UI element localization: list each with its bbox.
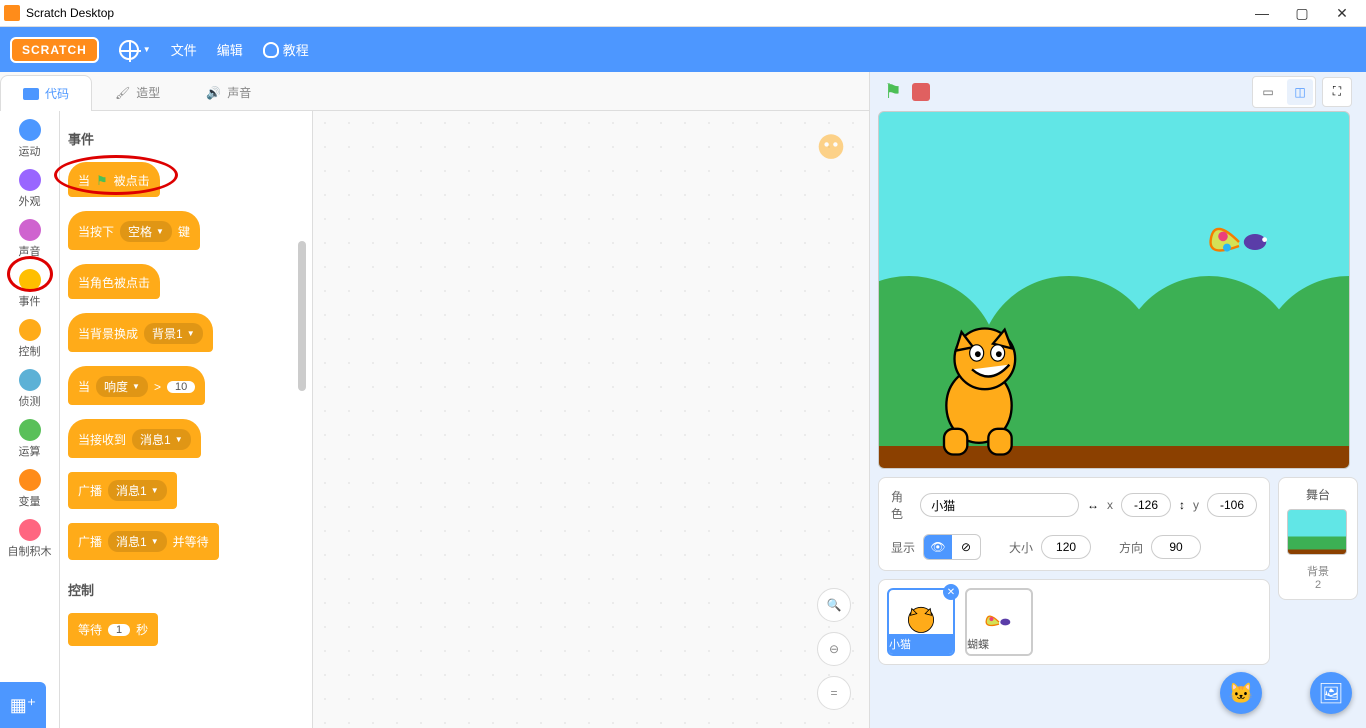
app-icon — [4, 5, 20, 21]
content-area: 代码 🖌造型 🔊声音 运动 外观 声音 事件 控制 侦测 运算 变量 自制积木 … — [0, 72, 1366, 728]
window-titlebar: Scratch Desktop — ▢ ✕ — [0, 0, 1366, 27]
category-variables[interactable]: 变量 — [19, 469, 41, 509]
category-myblocks[interactable]: 自制积木 — [8, 519, 52, 559]
tab-costumes[interactable]: 🖌造型 — [92, 74, 183, 110]
show-sprite-button[interactable]: 👁 — [924, 535, 952, 559]
scripts-canvas[interactable]: 🔍 ⊖ = — [313, 111, 869, 728]
stage-size-toggle: ▭ ◫ — [1252, 76, 1316, 108]
bulb-icon — [263, 42, 279, 58]
xy-icon-v: ↕ — [1179, 498, 1185, 512]
sprite-name-input[interactable] — [920, 493, 1079, 517]
block-when-flag-clicked[interactable]: 当⚑被点击 — [68, 162, 160, 197]
window-title: Scratch Desktop — [26, 6, 1242, 20]
butterfly-sprite-on-stage[interactable] — [1199, 212, 1279, 272]
scratch-logo: SCRATCH — [10, 37, 99, 63]
code-icon — [23, 88, 39, 100]
sprite-size-input[interactable] — [1041, 535, 1091, 559]
zoom-reset-button[interactable]: = — [817, 676, 851, 710]
file-menu[interactable]: 文件 — [171, 40, 197, 59]
block-broadcast-wait[interactable]: 广播消息1▼并等待 — [68, 523, 219, 560]
fullscreen-button[interactable]: ⛶ — [1322, 77, 1352, 107]
add-sprite-button[interactable]: 🐱 — [1220, 672, 1262, 714]
palette-scrollbar[interactable] — [298, 241, 306, 391]
sprite-y-input[interactable] — [1207, 493, 1257, 517]
cat-sprite-on-stage[interactable] — [919, 318, 1039, 458]
sprite-thumbnail-watermark — [809, 129, 853, 173]
large-stage-button[interactable]: ◫ — [1287, 79, 1313, 105]
category-motion[interactable]: 运动 — [19, 119, 41, 159]
add-backdrop-button[interactable]: 🖼 — [1310, 672, 1352, 714]
sprite-x-input[interactable] — [1121, 493, 1171, 517]
minimize-button[interactable]: — — [1242, 5, 1282, 21]
block-when-sprite-clicked[interactable]: 当角色被点击 — [68, 264, 160, 299]
block-when-key-pressed[interactable]: 当按下空格▼键 — [68, 211, 200, 250]
tab-sounds[interactable]: 🔊声音 — [183, 74, 274, 110]
delete-sprite-button[interactable]: ✕ — [943, 584, 959, 600]
tab-code[interactable]: 代码 — [0, 75, 92, 111]
xy-icon: ↔ — [1087, 498, 1099, 512]
menu-bar: SCRATCH ▼ 文件 编辑 教程 — [0, 27, 1366, 72]
stop-button[interactable] — [912, 83, 930, 101]
edit-menu[interactable]: 编辑 — [217, 40, 243, 59]
section-events: 事件 — [68, 129, 304, 148]
add-extension-button[interactable]: ▦⁺ — [0, 682, 46, 728]
block-wait[interactable]: 等待1秒 — [68, 613, 158, 646]
category-sound[interactable]: 声音 — [19, 219, 41, 259]
maximize-button[interactable]: ▢ — [1282, 5, 1322, 22]
small-stage-button[interactable]: ▭ — [1255, 79, 1281, 105]
zoom-in-button[interactable]: 🔍 — [817, 588, 851, 622]
block-palette: 事件 当⚑被点击 当按下空格▼键 当角色被点击 当背景换成背景1▼ 当响度▼>1… — [60, 111, 313, 728]
sprite-info-panel: 角色 ↔ x ↕ y 显示 👁 ⊘ — [878, 477, 1270, 571]
stage[interactable] — [878, 111, 1350, 469]
sprite-item-cat[interactable]: ✕ 小猫 — [887, 588, 955, 656]
sprite-direction-input[interactable] — [1151, 535, 1201, 559]
speaker-icon: 🔊 — [206, 86, 221, 100]
block-when-backdrop-switches[interactable]: 当背景换成背景1▼ — [68, 313, 213, 352]
sprite-name-label: 角色 — [891, 488, 912, 522]
brush-icon: 🖌 — [115, 86, 130, 100]
stage-pane: ⚑ ▭ ◫ ⛶ — [870, 72, 1366, 728]
sprite-list: ✕ 小猫 蝴蝶 — [878, 579, 1270, 665]
zoom-out-button[interactable]: ⊖ — [817, 632, 851, 666]
green-flag-button[interactable]: ⚑ — [884, 79, 902, 104]
category-operators[interactable]: 运算 — [19, 419, 41, 459]
flag-icon: ⚑ — [96, 173, 108, 189]
category-events[interactable]: 事件 — [19, 269, 41, 309]
tab-bar: 代码 🖌造型 🔊声音 — [0, 72, 869, 111]
zoom-controls: 🔍 ⊖ = — [817, 588, 851, 710]
category-looks[interactable]: 外观 — [19, 169, 41, 209]
stage-selector[interactable]: 舞台 背景 2 — [1278, 477, 1358, 600]
stage-header: ⚑ ▭ ◫ ⛶ — [870, 72, 1366, 111]
globe-icon — [119, 40, 139, 60]
category-sensing[interactable]: 侦测 — [19, 369, 41, 409]
tutorials-menu[interactable]: 教程 — [263, 40, 309, 59]
block-broadcast[interactable]: 广播消息1▼ — [68, 472, 177, 509]
sprite-item-butterfly[interactable]: 蝴蝶 — [965, 588, 1033, 656]
stage-thumbnail[interactable] — [1287, 509, 1347, 555]
language-menu[interactable]: ▼ — [119, 40, 151, 60]
editor-pane: 代码 🖌造型 🔊声音 运动 外观 声音 事件 控制 侦测 运算 变量 自制积木 … — [0, 72, 870, 728]
category-column: 运动 外观 声音 事件 控制 侦测 运算 变量 自制积木 — [0, 111, 60, 728]
work-area: 运动 外观 声音 事件 控制 侦测 运算 变量 自制积木 事件 当⚑被点击 当按… — [0, 111, 869, 728]
hide-sprite-button[interactable]: ⊘ — [952, 535, 980, 559]
category-control[interactable]: 控制 — [19, 319, 41, 359]
close-button[interactable]: ✕ — [1322, 5, 1362, 22]
block-when-receive[interactable]: 当接收到消息1▼ — [68, 419, 201, 458]
section-control: 控制 — [68, 580, 304, 599]
block-when-greater-than[interactable]: 当响度▼>10 — [68, 366, 205, 405]
